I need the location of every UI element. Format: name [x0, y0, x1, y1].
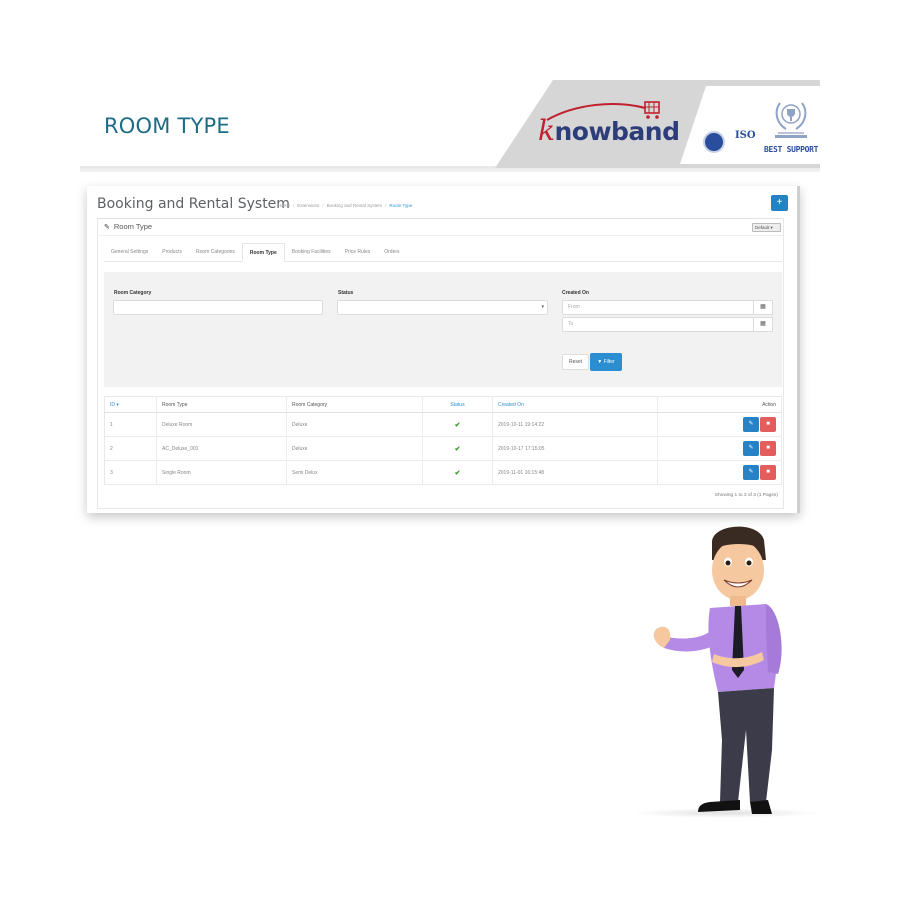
table-row: 2 AC_Deluxe_001 Deluxe ✔ 2019-10-17 17:1…: [104, 436, 782, 461]
table-row: 3 Single Room Semi Delux ✔ 2019-11-01 16…: [104, 460, 782, 485]
column-status[interactable]: Status: [422, 396, 493, 413]
best-support-badge: BEST SUPPORT: [764, 145, 819, 154]
date-to-input[interactable]: To: [562, 317, 754, 332]
language-select[interactable]: Default ▾: [752, 223, 781, 232]
filter-button[interactable]: ▼ Filter: [590, 353, 622, 371]
tab-products[interactable]: Products: [155, 243, 189, 262]
created-on-label: Created On: [562, 290, 589, 296]
add-new-button[interactable]: +: [771, 195, 788, 211]
certification-seal-icon: [703, 131, 725, 153]
check-icon: ✔: [454, 469, 461, 477]
date-from-input[interactable]: From: [562, 300, 754, 315]
column-action: Action: [657, 396, 782, 413]
tab-room-type[interactable]: Room Type: [241, 243, 285, 262]
delete-button[interactable]: ■: [760, 417, 776, 432]
room-category-input[interactable]: [113, 300, 323, 315]
check-icon: ✔: [454, 421, 461, 429]
cell-room-type: Single Room: [156, 460, 287, 485]
edit-button[interactable]: ✎: [743, 465, 759, 480]
status-select[interactable]: ▾: [337, 300, 548, 315]
cell-room-category: Semi Delux: [286, 460, 423, 485]
tab-booking-facilities[interactable]: Booking Facilities: [285, 243, 338, 262]
breadcrumb: Home / Extensions / Booking and Rental Sys…: [278, 203, 412, 208]
page-title: Booking and Rental System: [97, 196, 290, 212]
trash-icon: ■: [766, 469, 770, 475]
cell-created-on: 2019-10-17 17:15:05: [492, 436, 658, 461]
cell-room-type: Deluxe Room: [156, 412, 287, 437]
breadcrumb-current[interactable]: Room Type: [389, 203, 412, 208]
tab-price-rules[interactable]: Price Rules: [338, 243, 378, 262]
cell-id: 1: [104, 412, 157, 437]
cell-room-type: AC_Deluxe_001: [156, 436, 287, 461]
cell-action: ✎ ■: [657, 412, 782, 437]
chevron-down-icon: ▾: [541, 304, 544, 310]
funnel-icon: ▼: [597, 359, 603, 365]
table-header-row: ID ▾ Room Type Room Category Status Crea…: [104, 396, 782, 413]
sort-desc-icon: ▾: [116, 401, 119, 408]
breadcrumb-separator: /: [322, 203, 324, 208]
pencil-icon: ✎: [748, 421, 754, 427]
brand-logo-initial: k: [538, 114, 555, 147]
cell-action: ✎ ■: [657, 436, 782, 461]
column-room-category[interactable]: Room Category: [286, 396, 423, 413]
panel-title: ✎ Room Type: [104, 222, 152, 231]
brand-logo-text: nowband: [554, 117, 680, 146]
cell-created-on: 2019-11-01 16:15:48: [492, 460, 658, 485]
cell-room-category: Deluxe: [286, 412, 423, 437]
reset-button[interactable]: Reset: [562, 354, 589, 370]
iso-badge: ISO: [735, 130, 756, 141]
pagination-text: Showing 1 to 3 of 3 (1 Pages): [714, 493, 778, 498]
cell-status: ✔: [422, 412, 493, 437]
check-icon: ✔: [454, 445, 461, 453]
calendar-icon[interactable]: ▦: [753, 300, 773, 315]
delete-button[interactable]: ■: [760, 465, 776, 480]
cell-id: 2: [104, 436, 157, 461]
column-created-on[interactable]: Created On: [492, 396, 658, 413]
pencil-icon: ✎: [104, 223, 110, 231]
column-room-type[interactable]: Room Type: [156, 396, 287, 413]
tab-room-categories[interactable]: Room Categories: [189, 243, 242, 262]
cell-status: ✔: [422, 460, 493, 485]
pencil-icon: ✎: [748, 445, 754, 451]
delete-button[interactable]: ■: [760, 441, 776, 456]
breadcrumb-separator: /: [385, 203, 387, 208]
status-label: Status: [338, 290, 354, 296]
breadcrumb-extensions[interactable]: Extensions: [297, 203, 319, 208]
module-tabs: General Settings Products Room Categorie…: [104, 243, 782, 262]
breadcrumb-home[interactable]: Home: [278, 203, 290, 208]
breadcrumb-module[interactable]: Booking and Rental System: [327, 203, 383, 208]
table-row: 1 Deluxe Room Deluxe ✔ 2019-10-11 19:14:…: [104, 412, 782, 437]
panel-heading: [97, 219, 784, 236]
banner-title: ROOM TYPE: [104, 114, 230, 138]
panel-title-text: Room Type: [113, 222, 153, 231]
breadcrumb-separator: /: [293, 203, 295, 208]
filter-button-label: Filter: [603, 359, 615, 365]
trophy-icon: [775, 102, 807, 138]
cell-created-on: 2019-10-11 19:14:22: [492, 412, 658, 437]
cell-action: ✎ ■: [657, 460, 782, 485]
trash-icon: ■: [766, 445, 770, 451]
tab-general-settings[interactable]: General Settings: [104, 243, 155, 262]
room-category-label: Room Category: [114, 290, 152, 296]
tab-orders[interactable]: Orders: [377, 243, 406, 262]
column-id-label: ID: [110, 401, 115, 408]
calendar-icon[interactable]: ▦: [753, 317, 773, 332]
trash-icon: ■: [766, 421, 770, 427]
cell-id: 3: [104, 460, 157, 485]
room-type-table: ID ▾ Room Type Room Category Status Crea…: [104, 396, 782, 485]
brand-logo: knowband: [538, 114, 680, 147]
edit-button[interactable]: ✎: [743, 441, 759, 456]
column-id[interactable]: ID ▾: [104, 396, 157, 413]
edit-button[interactable]: ✎: [743, 417, 759, 432]
language-select-value: Default: [755, 225, 770, 230]
cell-room-category: Deluxe: [286, 436, 423, 461]
pencil-icon: ✎: [748, 469, 754, 475]
cell-status: ✔: [422, 436, 493, 461]
presenter-mascot-illustration: [653, 526, 782, 814]
